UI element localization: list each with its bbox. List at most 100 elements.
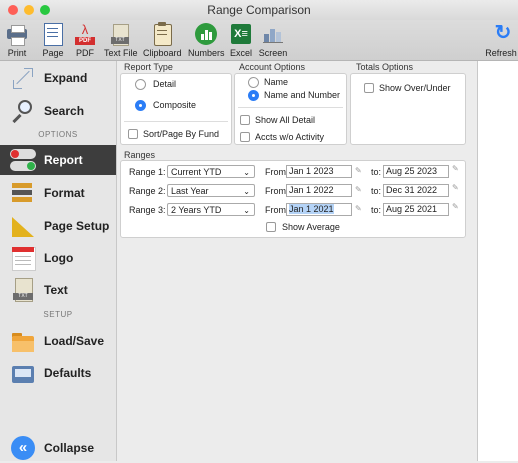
composite-radio[interactable] bbox=[135, 100, 146, 111]
range-3-period-value: 2 Years YTD bbox=[171, 205, 222, 215]
range-2-to-field[interactable]: Dec 31 2022 bbox=[383, 184, 449, 197]
range-2-from-label: From: bbox=[265, 186, 289, 196]
window-title: Range Comparison bbox=[207, 3, 311, 17]
accts-wo-activity-checkbox[interactable] bbox=[240, 132, 250, 142]
clipboard-button[interactable]: Clipboard bbox=[143, 22, 182, 58]
sidebar-label-defaults: Defaults bbox=[44, 366, 92, 380]
pdf-label: PDF bbox=[76, 48, 94, 58]
sidebar-label-expand: Expand bbox=[44, 71, 88, 85]
range-3-to-label: to: bbox=[371, 205, 382, 215]
range-1-from-field[interactable]: Jan 1 2023 bbox=[286, 165, 352, 178]
divider bbox=[124, 121, 228, 122]
sidebar-item-page-setup[interactable]: Page Setup bbox=[0, 211, 116, 241]
sidebar-item-logo[interactable]: Logo bbox=[0, 243, 116, 273]
calendar-icon[interactable]: ✎ bbox=[452, 184, 464, 192]
sidebar-label-search: Search bbox=[44, 104, 85, 118]
name-radio[interactable] bbox=[248, 77, 259, 88]
logo-icon bbox=[10, 245, 36, 271]
range-3-to-field[interactable]: Aug 25 2021 bbox=[383, 203, 449, 216]
refresh-icon: ↻ bbox=[494, 22, 512, 44]
range-2-period-select[interactable]: Last Year ⌄ bbox=[167, 184, 255, 197]
numbers-label: Numbers bbox=[188, 48, 225, 58]
folder-icon bbox=[10, 328, 36, 354]
excel-icon: X≡ bbox=[228, 22, 254, 46]
range-2-label: Range 2: bbox=[129, 186, 166, 196]
calendar-icon[interactable]: ✎ bbox=[452, 203, 464, 211]
range-1-to-value: Aug 25 2023 bbox=[386, 166, 438, 176]
sidebar-label-text: Text bbox=[44, 283, 68, 297]
show-over-under-checkbox[interactable] bbox=[364, 83, 374, 93]
collapse-icon: « bbox=[10, 435, 36, 461]
sidebar-label-page-setup: Page Setup bbox=[44, 219, 110, 233]
range-2-period-value: Last Year bbox=[171, 186, 209, 196]
excel-button[interactable]: X≡ Excel bbox=[228, 22, 254, 58]
sidebar-label-collapse: Collapse bbox=[44, 441, 95, 455]
totals-options-header: Totals Options bbox=[356, 62, 414, 72]
print-button[interactable]: Print bbox=[4, 22, 30, 58]
numbers-button[interactable]: Numbers bbox=[188, 22, 225, 58]
sidebar-label-report: Report bbox=[44, 153, 83, 167]
pdf-button[interactable]: λ PDF PDF bbox=[72, 22, 98, 58]
text-file-label: Text File bbox=[104, 48, 138, 58]
magnifier-icon bbox=[10, 98, 36, 124]
range-1-period-select[interactable]: Current YTD ⌄ bbox=[167, 165, 255, 178]
refresh-button[interactable]: ↻ Refresh bbox=[484, 22, 518, 58]
range-3-from-label: From: bbox=[265, 205, 289, 215]
ranges-box: Range 1: Current YTD ⌄ From: Jan 1 2023 … bbox=[120, 160, 466, 238]
text-file-icon: TXT bbox=[107, 22, 133, 46]
show-average-checkbox[interactable] bbox=[266, 222, 276, 232]
page-label: Page bbox=[42, 48, 64, 58]
range-1-to-field[interactable]: Aug 25 2023 bbox=[383, 165, 449, 178]
calendar-icon[interactable]: ✎ bbox=[452, 165, 464, 173]
range-2-to-value: Dec 31 2022 bbox=[386, 185, 438, 195]
toggle-switches-icon bbox=[10, 147, 36, 173]
sidebar-label-format: Format bbox=[44, 186, 85, 200]
printer-icon bbox=[4, 22, 30, 46]
main-panel: Report Type Detail Composite Sort/Page B… bbox=[117, 61, 476, 461]
name-label: Name bbox=[264, 77, 289, 87]
defaults-icon bbox=[10, 360, 36, 386]
show-all-detail-checkbox[interactable] bbox=[240, 115, 250, 125]
sidebar-item-text[interactable]: TXT Text bbox=[0, 275, 116, 305]
refresh-label: Refresh bbox=[485, 48, 517, 58]
accts-wo-activity-label: Accts w/o Activity bbox=[255, 132, 325, 142]
range-1-to-label: to: bbox=[371, 167, 382, 177]
calendar-icon[interactable]: ✎ bbox=[355, 186, 367, 194]
range-3-from-field[interactable]: Jan 1 2021 bbox=[286, 203, 352, 216]
screen-button[interactable]: Screen bbox=[258, 22, 288, 58]
range-3-to-value: Aug 25 2021 bbox=[386, 204, 438, 214]
toolbar: Print Page λ PDF PDF TXT Text File Clipb… bbox=[0, 20, 518, 61]
preview-pane bbox=[477, 61, 518, 461]
detail-radio[interactable] bbox=[135, 79, 146, 90]
sidebar-item-load-save[interactable]: Load/Save bbox=[0, 326, 116, 356]
name-and-number-radio[interactable] bbox=[248, 90, 259, 101]
range-3-period-select[interactable]: 2 Years YTD ⌄ bbox=[167, 203, 255, 216]
calendar-icon[interactable]: ✎ bbox=[355, 205, 367, 213]
numbers-icon bbox=[193, 22, 219, 46]
screen-label: Screen bbox=[258, 48, 288, 58]
setup-section-header: SETUP bbox=[43, 310, 73, 319]
chevron-down-icon: ⌄ bbox=[243, 187, 250, 196]
sidebar-item-search[interactable]: Search bbox=[0, 96, 116, 126]
totals-options-box: Show Over/Under bbox=[350, 73, 466, 145]
name-and-number-label: Name and Number bbox=[264, 90, 341, 100]
text-file-button[interactable]: TXT Text File bbox=[104, 22, 138, 58]
page-button[interactable]: Page bbox=[40, 22, 66, 58]
sidebar-item-report[interactable]: Report bbox=[0, 145, 116, 175]
range-1-label: Range 1: bbox=[129, 167, 166, 177]
clipboard-label: Clipboard bbox=[143, 48, 182, 58]
sidebar-item-format[interactable]: Format bbox=[0, 178, 116, 208]
sort-by-fund-checkbox[interactable] bbox=[128, 129, 138, 139]
account-options-header: Account Options bbox=[239, 62, 306, 72]
chevron-down-icon: ⌄ bbox=[243, 168, 250, 177]
show-over-under-label: Show Over/Under bbox=[379, 83, 451, 93]
screen-icon bbox=[260, 22, 286, 46]
sidebar-item-defaults[interactable]: Defaults bbox=[0, 358, 116, 388]
sidebar: Expand Search OPTIONS Report Format Page… bbox=[0, 61, 117, 461]
range-1-period-value: Current YTD bbox=[171, 167, 222, 177]
sidebar-item-expand[interactable]: Expand bbox=[0, 63, 116, 93]
calendar-icon[interactable]: ✎ bbox=[355, 167, 367, 175]
sidebar-item-collapse[interactable]: « Collapse bbox=[0, 433, 116, 463]
range-2-from-field[interactable]: Jan 1 2022 bbox=[286, 184, 352, 197]
divider bbox=[238, 107, 343, 108]
